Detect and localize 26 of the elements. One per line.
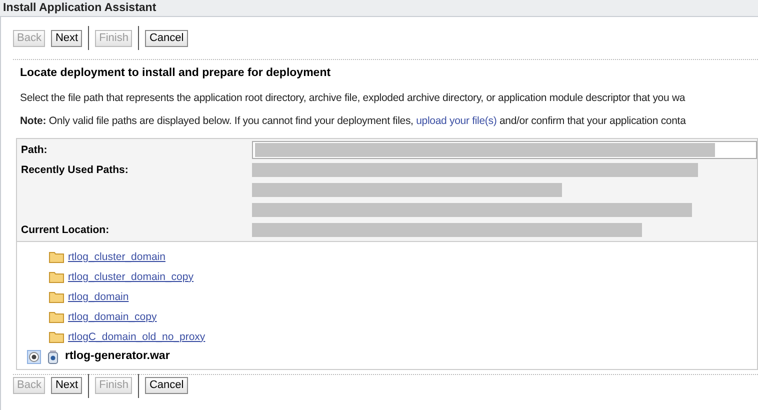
section-heading: Locate deployment to install and prepare for deployment bbox=[20, 67, 332, 81]
wizard-button[interactable]: Cancel bbox=[145, 30, 188, 46]
wizard-button[interactable]: Next bbox=[51, 377, 82, 394]
folder-link[interactable]: rtlog_cluster_domain bbox=[68, 250, 166, 264]
upload-link[interactable]: upload your file(s) bbox=[416, 115, 497, 128]
wizard-button[interactable]: Cancel bbox=[145, 377, 188, 394]
field-label: Path: bbox=[21, 144, 48, 156]
path-field[interactable] bbox=[252, 140, 757, 159]
description-text: Select the file path that represents the application root directory, archive file, exploded archive directory, or application module descriptor that you wa bbox=[20, 92, 686, 104]
radio-button[interactable] bbox=[27, 350, 41, 364]
folder-icon bbox=[49, 310, 64, 323]
folder-link[interactable]: rtlog_domain bbox=[68, 290, 129, 304]
folder-icon bbox=[49, 330, 64, 343]
folder-icon bbox=[49, 270, 64, 283]
folder-link[interactable]: rtlog_domain_copy bbox=[68, 310, 157, 324]
folder-icon bbox=[49, 290, 64, 303]
window-title: Install Application Assistant bbox=[0, 0, 758, 17]
folder-link[interactable]: rtlog_cluster_domain_copy bbox=[68, 270, 194, 284]
field-label: Recently Used Paths: bbox=[21, 164, 130, 176]
field-label: Current Location: bbox=[21, 224, 110, 236]
wizard-button[interactable]: Next bbox=[51, 30, 82, 46]
folder-icon bbox=[49, 250, 64, 263]
folder-link[interactable]: rtlogC_domain_old_no_proxy bbox=[68, 330, 206, 344]
note-text: Note: Only valid file paths are displayed below. If you cannot find your deployment files, upload your file(s) and/or confirm that your application conta bbox=[20, 115, 687, 128]
file-name: rtlog-generator.war bbox=[65, 350, 170, 364]
archive-icon bbox=[47, 350, 59, 364]
